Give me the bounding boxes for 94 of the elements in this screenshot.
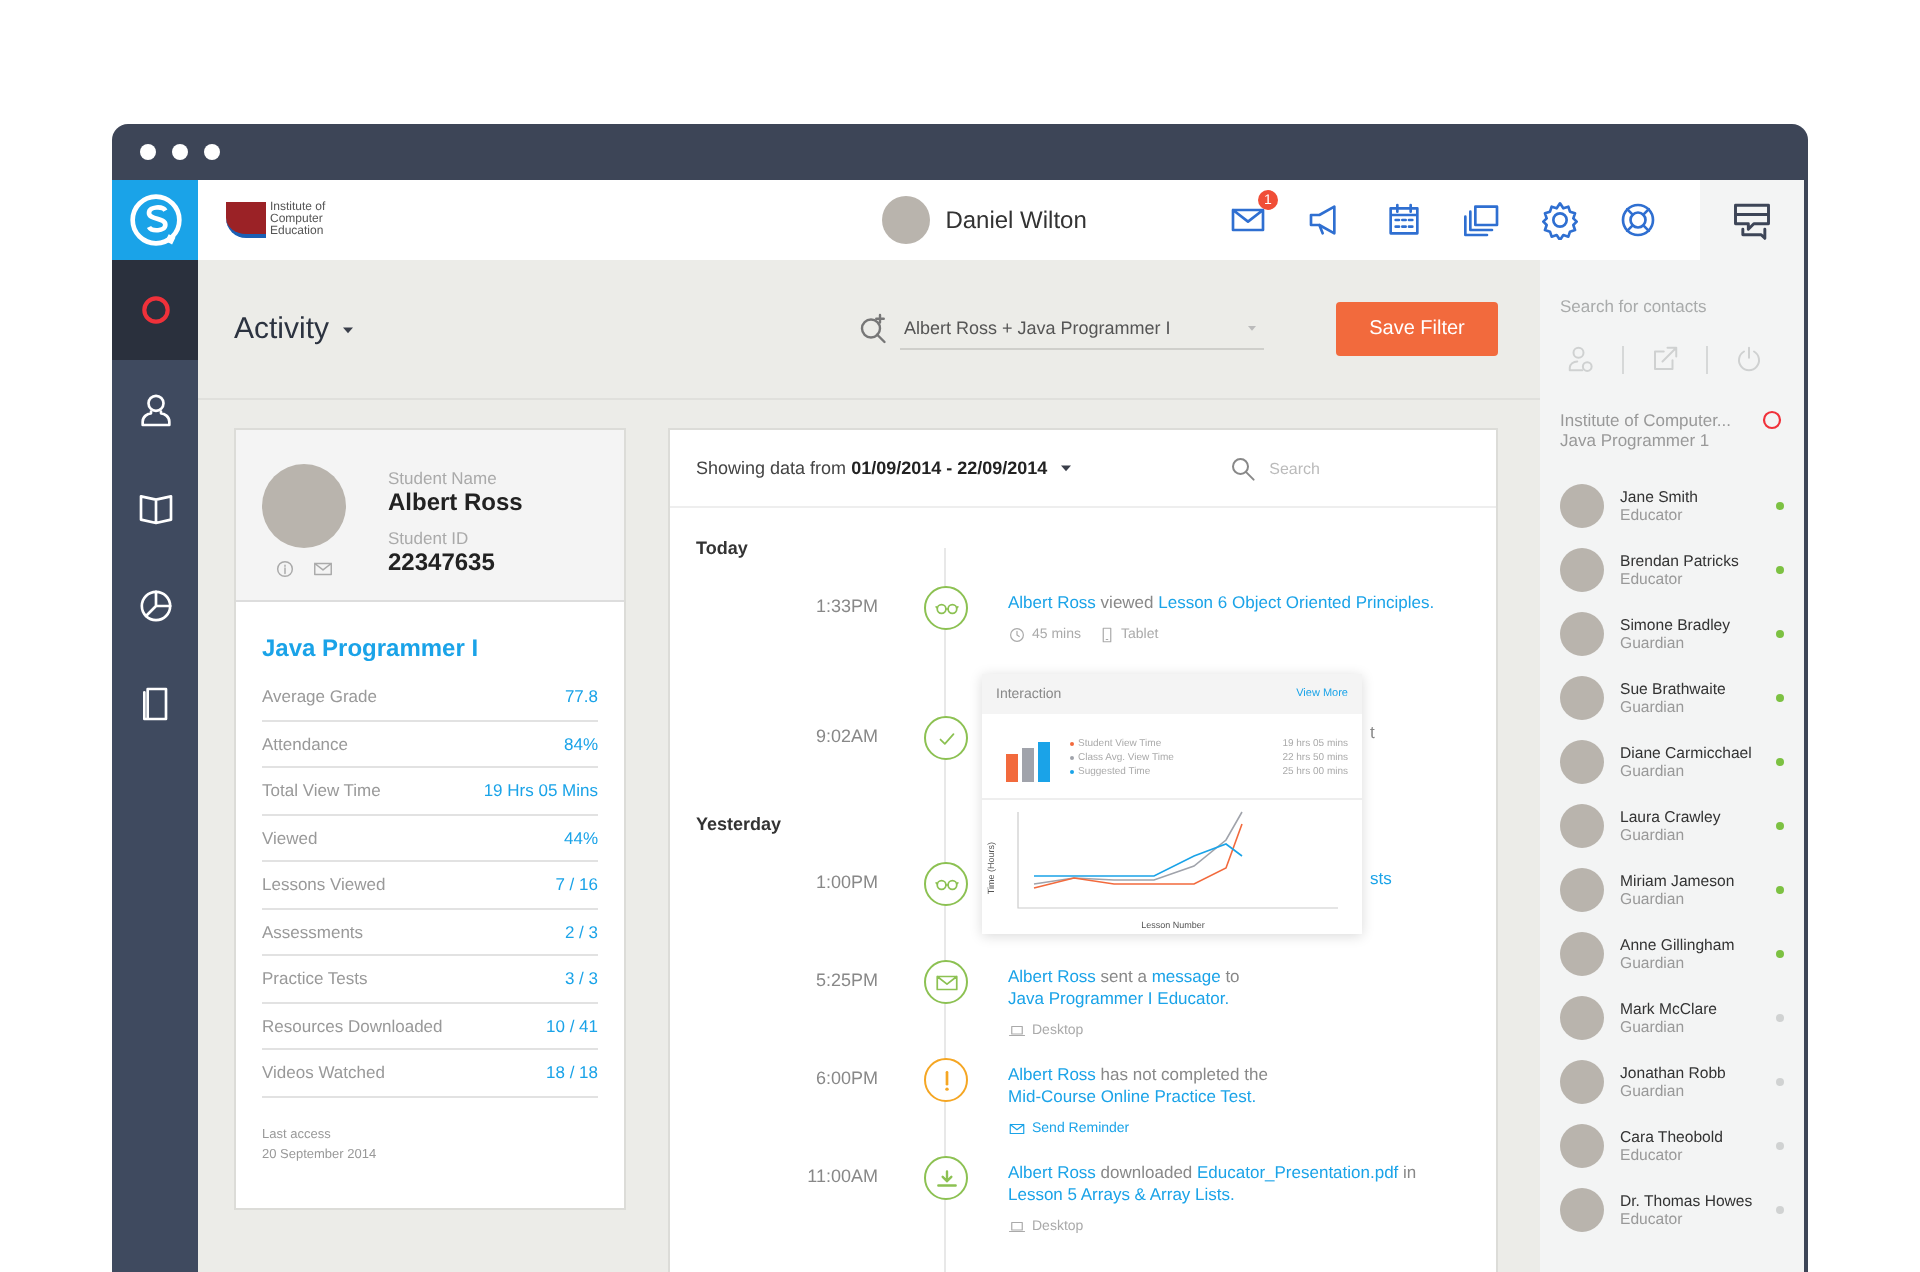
stat-label: Attendance	[262, 733, 349, 754]
download-icon	[933, 1165, 959, 1191]
stat-label: Total View Time	[262, 780, 381, 801]
stat-value: 7 / 16	[555, 874, 598, 895]
app-logo[interactable]	[112, 180, 198, 260]
clock-icon	[1008, 626, 1026, 644]
stat-label: Viewed	[262, 827, 318, 848]
settings-icon[interactable]	[1540, 200, 1580, 240]
contact-avatar	[1560, 1188, 1604, 1232]
stat-label: Assessments	[262, 921, 364, 942]
day-label: Yesterday	[696, 814, 782, 834]
stat-value: 2 / 3	[564, 921, 598, 942]
contact-avatar	[1560, 932, 1604, 976]
link[interactable]: Java Programmer I	[1008, 988, 1153, 1008]
link[interactable]: message	[1151, 966, 1221, 986]
date-range[interactable]: 01/09/2014 - 22/09/2014	[846, 458, 1048, 478]
chat-icon	[1730, 198, 1774, 242]
link[interactable]: Educator.	[1157, 988, 1230, 1008]
chat-tile[interactable]	[1700, 180, 1804, 260]
link[interactable]: sts	[1370, 868, 1392, 888]
contact-avatar	[1560, 996, 1604, 1040]
link[interactable]: Lesson 5 Arrays & Array Lists.	[1008, 1184, 1235, 1204]
group-name[interactable]: Institute of Computer... Java Programmer 1	[1560, 410, 1732, 450]
search-icon	[1227, 453, 1258, 483]
pie-chart-icon	[135, 585, 175, 625]
activity-text: Albert Ross has not completed the Mid-Course Online Practice Test.	[1008, 1064, 1270, 1108]
contact-avatar	[1560, 676, 1604, 720]
link[interactable]: Mid-Course	[1008, 1086, 1096, 1106]
envelope-icon	[1008, 1120, 1026, 1138]
activity-time: 5:25PM	[813, 968, 878, 990]
student-avatar	[262, 464, 346, 548]
calendar-icon[interactable]	[1384, 200, 1424, 240]
contact-search-field[interactable]: Search for contacts	[1560, 260, 1784, 316]
contact-avatar	[1560, 1060, 1604, 1104]
activity-text: t	[1370, 722, 1375, 744]
windows-icon[interactable]	[1462, 200, 1502, 240]
link[interactable]: Online Practice Test.	[1100, 1086, 1257, 1106]
link[interactable]: Educator_Presentation.pdf	[1197, 1162, 1399, 1182]
link[interactable]: Lesson 6 Object Oriented	[1158, 592, 1352, 612]
stat-value: 10 / 41	[546, 1015, 598, 1036]
filter-icon	[856, 311, 892, 347]
range-label: Showing data from	[696, 458, 847, 478]
contact-avatar	[1560, 548, 1604, 592]
contact-avatar	[1560, 484, 1604, 528]
activity-time: 9:02AM	[813, 724, 878, 746]
stat-label: Resources Downloaded	[262, 1015, 443, 1036]
link[interactable]: Albert Ross	[1008, 1162, 1096, 1182]
link[interactable]: Albert Ross	[1008, 1064, 1096, 1084]
user-name[interactable]: Daniel Wilton	[945, 206, 1087, 234]
filter-dropdown[interactable]: Albert Ross + Java Programmer I	[900, 309, 1264, 349]
activity-text: Albert Ross sent a message to Java Programmer I Educator.	[1008, 966, 1242, 1010]
course-title[interactable]: Java Programmer I	[262, 634, 598, 662]
window-dot	[140, 144, 156, 160]
stat-value: 3 / 3	[564, 968, 598, 989]
stat-value: 44%	[563, 827, 598, 848]
student-name: Albert Ross	[388, 488, 523, 516]
student-id: 22347635	[388, 548, 497, 576]
user-icon	[135, 389, 175, 429]
stat-label: Average Grade	[262, 686, 377, 707]
day-label: Today	[696, 538, 748, 558]
save-filter-button[interactable]: Save Filter	[1336, 302, 1498, 356]
laptop-icon	[1008, 1218, 1026, 1236]
link[interactable]: Albert Ross	[1008, 592, 1096, 612]
stat-value: 19 Hrs 05 Mins	[483, 780, 598, 801]
stat-value: 18 / 18	[546, 1062, 598, 1083]
stat-value: 84%	[563, 733, 598, 754]
field-label: Student ID	[388, 528, 471, 548]
tablet-icon	[1097, 626, 1116, 644]
window-dot	[172, 144, 188, 160]
contact-avatar	[1560, 804, 1604, 848]
contact-avatar	[1560, 1124, 1604, 1168]
window-dot	[204, 144, 220, 160]
search-field[interactable]: Search	[1269, 459, 1320, 477]
link[interactable]: Principles.	[1355, 592, 1435, 612]
activity-text: Albert Ross downloaded Educator_Presentation.pdf in Lesson 5 Arrays & Array Lists.	[1008, 1162, 1419, 1206]
stat-label: Lessons Viewed	[262, 874, 386, 895]
stat-value: 77.8	[564, 686, 598, 707]
activity-time: 1:00PM	[813, 870, 878, 892]
contact-avatar	[1560, 868, 1604, 912]
ring-icon	[1760, 408, 1784, 432]
user-avatar	[881, 196, 930, 244]
activity-time: 1:33PM	[813, 594, 878, 616]
stat-label: Practice Tests	[262, 968, 368, 989]
activity-time: 6:00PM	[813, 1066, 878, 1088]
contact-avatar	[1560, 612, 1604, 656]
stat-label: Videos Watched	[262, 1062, 385, 1083]
field-label: Student Name	[388, 468, 499, 488]
link[interactable]: Albert Ross	[1008, 966, 1096, 986]
activity-time: 11:00AM	[805, 1164, 878, 1186]
contact-avatar	[1560, 740, 1604, 784]
lifebuoy-icon[interactable]	[1618, 200, 1658, 240]
page-title[interactable]: Activity	[234, 312, 330, 346]
activity-text: Albert Ross viewed Lesson 6 Object Oriented Principles.	[1008, 592, 1437, 614]
laptop-icon	[1008, 1022, 1026, 1040]
